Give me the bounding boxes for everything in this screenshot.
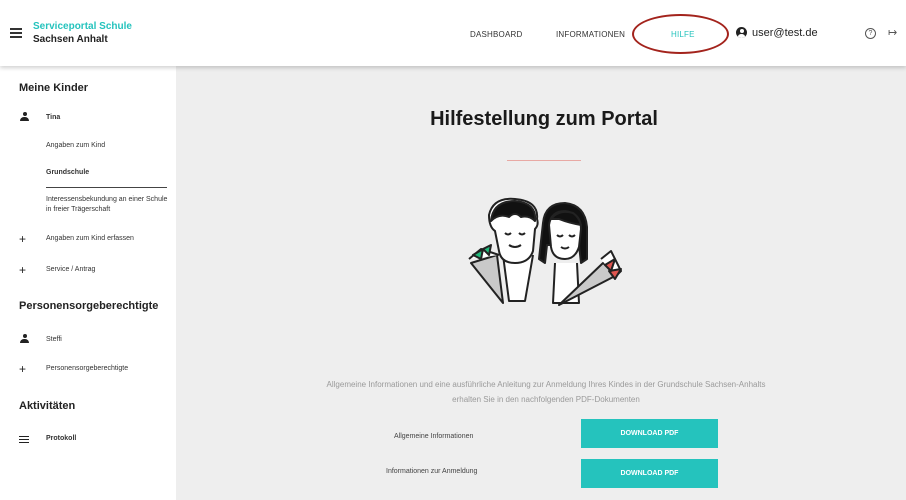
- active-item-underline: [46, 187, 167, 188]
- plus-icon: +: [19, 263, 27, 277]
- user-icon[interactable]: [736, 27, 747, 38]
- nav-informationen[interactable]: INFORMATIONEN: [556, 30, 625, 39]
- download-pdf-general-button[interactable]: DOWNLOAD PDF: [581, 419, 718, 448]
- sidebar-item-add-guardian[interactable]: Personensorgeberechtigte: [46, 364, 128, 374]
- section-title-activities: Aktivitäten: [19, 400, 76, 412]
- list-icon: [19, 436, 29, 443]
- sidebar-item-add-child[interactable]: Angaben zum Kind erfassen: [46, 234, 134, 244]
- sidebar-item-steffi[interactable]: Steffi: [46, 335, 62, 345]
- section-title-guardians: Personensorgeberechtigte: [19, 300, 159, 312]
- user-email[interactable]: user@test.de: [752, 27, 818, 39]
- top-header: Serviceportal Schule Sachsen Anhalt DASH…: [0, 0, 906, 66]
- sidebar: Meine Kinder Tina Angaben zum Kind Grund…: [0, 66, 176, 500]
- main-content: Hilfestellung zum Portal Allgemeine Info…: [176, 66, 906, 500]
- menu-icon[interactable]: [10, 28, 22, 38]
- sidebar-item-service[interactable]: Service / Antrag: [46, 265, 95, 275]
- title-divider: [507, 160, 581, 161]
- sidebar-item-grundschule[interactable]: Grundschule: [46, 168, 89, 178]
- sidebar-item-angaben-zum-kind[interactable]: Angaben zum Kind: [46, 141, 105, 151]
- person-icon: [20, 112, 29, 121]
- sidebar-item-interessensbekundung[interactable]: Interessensbekundung an einer Schule in …: [46, 195, 172, 215]
- help-icon[interactable]: ?: [865, 28, 876, 39]
- brand-title[interactable]: Serviceportal Schule: [33, 21, 132, 32]
- nav-dashboard[interactable]: DASHBOARD: [470, 30, 522, 39]
- sidebar-item-tina[interactable]: Tina: [46, 113, 60, 123]
- download-label-registration: Informationen zur Anmeldung: [386, 468, 478, 475]
- children-illustration: [468, 197, 622, 306]
- nav-hilfe[interactable]: HILFE: [671, 30, 695, 39]
- page-title: Hilfestellung zum Portal: [430, 108, 658, 130]
- plus-icon: +: [19, 362, 27, 376]
- sidebar-item-protokoll[interactable]: Protokoll: [46, 434, 76, 444]
- download-label-general: Allgemeine Informationen: [394, 433, 474, 440]
- plus-icon: +: [19, 232, 27, 246]
- section-title-children: Meine Kinder: [19, 82, 89, 94]
- logout-icon[interactable]: ↦: [888, 27, 897, 39]
- download-pdf-registration-button[interactable]: DOWNLOAD PDF: [581, 459, 718, 488]
- intro-text: Allgemeine Informationen und eine ausfüh…: [326, 380, 766, 404]
- brand-subtitle: Sachsen Anhalt: [33, 34, 108, 45]
- person-icon: [20, 334, 29, 343]
